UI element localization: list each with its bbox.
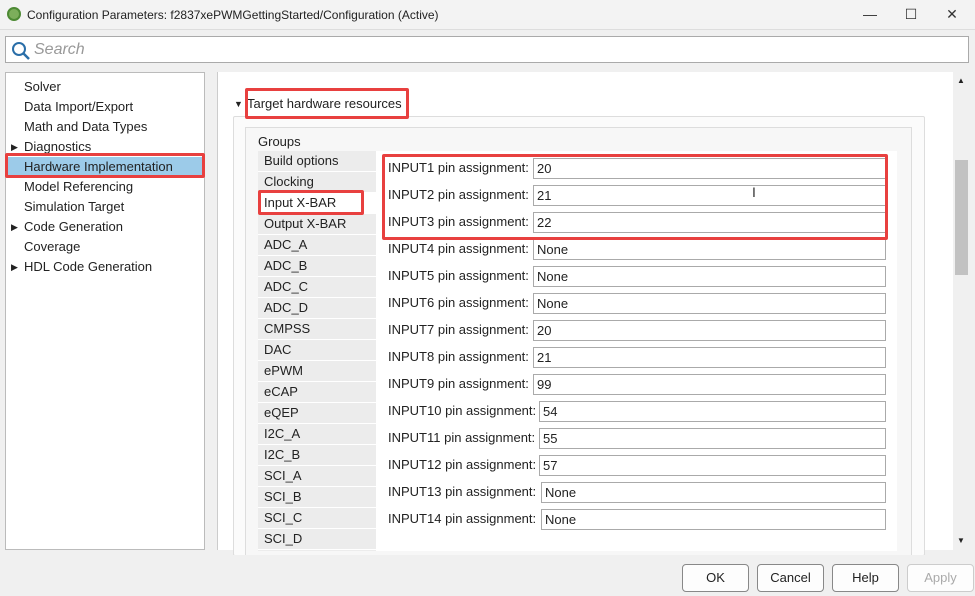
group-tab[interactable]: CMPSS	[258, 319, 376, 340]
scrollbar-thumb[interactable]	[955, 160, 968, 275]
field-label: INPUT12 pin assignment:	[388, 457, 537, 472]
pin-assignment-input[interactable]: None	[541, 482, 886, 503]
highlight-section-title	[245, 88, 409, 119]
field-label: INPUT6 pin assignment:	[388, 295, 529, 310]
field-label: INPUT13 pin assignment:	[388, 484, 537, 499]
tree-item[interactable]: Data Import/Export	[24, 97, 204, 117]
field-label: INPUT9 pin assignment:	[388, 376, 529, 391]
field-label: INPUT7 pin assignment:	[388, 322, 529, 337]
field-label: INPUT10 pin assignment:	[388, 403, 537, 418]
tree-item[interactable]: Simulation Target	[24, 197, 204, 217]
search-placeholder: Search	[34, 41, 85, 58]
group-tab[interactable]: eQEP	[258, 403, 376, 424]
field-label: INPUT14 pin assignment:	[388, 511, 537, 526]
pin-assignment-input[interactable]: 20	[533, 320, 886, 341]
group-tab[interactable]: DAC	[258, 340, 376, 361]
field-label: INPUT11 pin assignment:	[388, 430, 536, 445]
pin-assignment-input[interactable]: 57	[539, 455, 886, 476]
maximize-button[interactable]: ☐	[891, 2, 931, 26]
tree-item[interactable]: Solver	[24, 77, 204, 97]
tree-item-label: HDL Code Generation	[24, 259, 153, 274]
group-tab[interactable]: ADC_D	[258, 298, 376, 319]
group-tab[interactable]: SCI_C	[258, 508, 376, 529]
help-button[interactable]: Help	[832, 564, 899, 592]
group-tab[interactable]: eCAP	[258, 382, 376, 403]
category-tree: Solver Data Import/Export Math and Data Ty…	[5, 72, 205, 550]
field-label: INPUT4 pin assignment:	[388, 241, 529, 256]
group-tab[interactable]: ADC_B	[258, 256, 376, 277]
search-icon	[12, 42, 30, 60]
app-icon	[7, 7, 21, 21]
group-tab[interactable]: ADC_C	[258, 277, 376, 298]
window-title: Configuration Parameters: f2837xePWMGett…	[27, 8, 439, 22]
pin-assignment-input[interactable]: None	[533, 266, 886, 287]
highlight-input-xbar	[258, 190, 364, 215]
tree-item-label: Diagnostics	[24, 139, 92, 154]
group-tab[interactable]: SCI_A	[258, 466, 376, 487]
apply-button[interactable]: Apply	[907, 564, 974, 592]
group-tab[interactable]: Output X-BAR	[258, 214, 376, 235]
tree-item-label: Coverage	[24, 239, 81, 254]
tree-item[interactable]: ▶ Code Generation	[11, 217, 204, 237]
pin-assignment-input[interactable]: None	[541, 509, 886, 530]
pin-assignment-input[interactable]: None	[533, 239, 886, 260]
scroll-up-icon[interactable]: ▲	[957, 76, 965, 85]
pin-assignment-input[interactable]: None	[533, 293, 886, 314]
pin-assignment-input[interactable]: 54	[539, 401, 886, 422]
expand-arrow-icon[interactable]: ▶	[11, 217, 18, 237]
highlight-hardware-implementation	[5, 153, 205, 178]
tree-item-label: Data Import/Export	[24, 99, 134, 114]
tree-item[interactable]: Model Referencing	[24, 177, 204, 197]
tree-item-label: Simulation Target	[24, 199, 125, 214]
pin-assignment-input[interactable]: 21	[533, 347, 886, 368]
group-tab[interactable]: ADC_A	[258, 235, 376, 256]
tree-item-label: Model Referencing	[24, 179, 134, 194]
group-tab[interactable]: ePWM	[258, 361, 376, 382]
collapse-arrow-icon[interactable]: ▼	[234, 99, 243, 109]
tree-item-label: Code Generation	[24, 219, 124, 234]
tree-item-label: Math and Data Types	[24, 119, 148, 134]
group-tab[interactable]: Build options	[258, 151, 376, 172]
groups-label: Groups	[258, 134, 301, 149]
title-bar: Configuration Parameters: f2837xePWMGett…	[0, 0, 975, 30]
cancel-button[interactable]: Cancel	[757, 564, 824, 592]
scroll-down-icon[interactable]: ▼	[957, 536, 965, 545]
tree-item-label: Solver	[24, 79, 61, 94]
ok-button[interactable]: OK	[682, 564, 749, 592]
tree-item[interactable]: Math and Data Types	[24, 117, 204, 137]
search-input[interactable]: Search	[5, 36, 969, 63]
highlight-input-fields	[382, 154, 888, 240]
pin-assignment-input[interactable]: 55	[539, 428, 886, 449]
minimize-button[interactable]: —	[850, 2, 890, 26]
button-bar	[0, 555, 975, 596]
group-tab[interactable]: I2C_A	[258, 424, 376, 445]
group-tab[interactable]: SCI_B	[258, 487, 376, 508]
expand-arrow-icon[interactable]: ▶	[11, 257, 18, 277]
field-label: INPUT5 pin assignment:	[388, 268, 529, 283]
close-button[interactable]: ✕	[932, 2, 972, 26]
tree-item[interactable]: ▶ HDL Code Generation	[11, 257, 204, 277]
field-label: INPUT8 pin assignment:	[388, 349, 529, 364]
group-tab[interactable]: SCI_D	[258, 529, 376, 550]
group-tab[interactable]: I2C_B	[258, 445, 376, 466]
scrollbar[interactable]	[953, 72, 970, 550]
pin-assignment-input[interactable]: 99	[533, 374, 886, 395]
tree-item[interactable]: Coverage	[24, 237, 204, 257]
